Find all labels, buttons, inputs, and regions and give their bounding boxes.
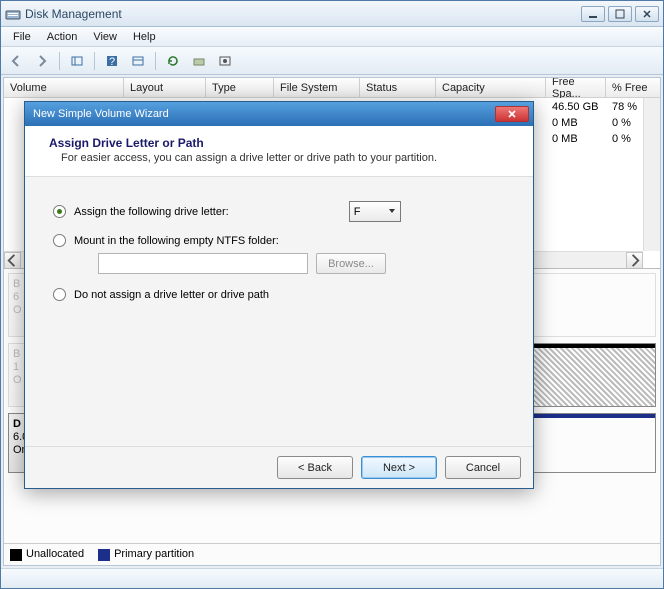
cell-pct: 0 % — [606, 132, 637, 146]
col-capacity[interactable]: Capacity — [436, 78, 546, 97]
cell-pct: 78 % — [606, 100, 643, 114]
menu-bar: File Action View Help — [1, 27, 663, 47]
vertical-scrollbar[interactable] — [643, 98, 660, 251]
minimize-button[interactable] — [581, 6, 605, 22]
option-no-letter-label: Do not assign a drive letter or drive pa… — [74, 289, 269, 301]
col-type[interactable]: Type — [206, 78, 274, 97]
app-icon — [5, 6, 21, 22]
menu-action[interactable]: Action — [39, 29, 86, 45]
scroll-right-button[interactable] — [626, 252, 643, 268]
legend: Unallocated Primary partition — [4, 543, 660, 565]
col-layout[interactable]: Layout — [124, 78, 206, 97]
rescan-button[interactable] — [188, 50, 210, 72]
option-assign-letter-label: Assign the following drive letter: — [74, 206, 229, 218]
svg-text:?: ? — [109, 56, 115, 68]
mount-folder-input-row: Browse... — [53, 253, 505, 274]
forward-button[interactable] — [31, 50, 53, 72]
toolbar-separator — [59, 52, 60, 70]
cell-free: 0 MB — [546, 132, 606, 146]
dialog-titlebar: New Simple Volume Wizard — [25, 102, 533, 126]
radio-assign-letter[interactable] — [53, 205, 66, 218]
col-freespace[interactable]: Free Spa... — [546, 78, 606, 97]
menu-help[interactable]: Help — [125, 29, 164, 45]
legend-unallocated-label: Unallocated — [26, 548, 84, 560]
chevron-down-icon — [388, 206, 396, 218]
dialog-header: Assign Drive Letter or Path For easier a… — [25, 126, 533, 177]
dialog-close-button[interactable] — [495, 106, 529, 122]
titlebar: Disk Management — [1, 1, 663, 27]
next-button[interactable]: Next > — [361, 456, 437, 479]
col-volume[interactable]: Volume — [4, 78, 124, 97]
radio-mount-folder[interactable] — [53, 234, 66, 247]
cell-free: 0 MB — [546, 116, 606, 130]
maximize-button[interactable] — [608, 6, 632, 22]
refresh-button[interactable] — [162, 50, 184, 72]
scroll-left-button[interactable] — [4, 252, 21, 268]
legend-primary-label: Primary partition — [114, 548, 194, 560]
window-title: Disk Management — [25, 7, 581, 21]
col-pctfree[interactable]: % Free — [606, 78, 660, 97]
browse-button[interactable]: Browse... — [316, 253, 386, 274]
radio-no-letter[interactable] — [53, 288, 66, 301]
toolbar: ? — [1, 47, 663, 75]
toolbar-separator — [155, 52, 156, 70]
close-button[interactable] — [635, 6, 659, 22]
status-bar — [1, 568, 663, 588]
dialog-buttons: < Back Next > Cancel — [25, 446, 533, 488]
col-filesystem[interactable]: File System — [274, 78, 360, 97]
settings-button[interactable] — [214, 50, 236, 72]
legend-unallocated: Unallocated — [10, 548, 84, 560]
cancel-button[interactable]: Cancel — [445, 456, 521, 479]
new-simple-volume-wizard-dialog: New Simple Volume Wizard Assign Drive Le… — [24, 101, 534, 489]
volume-list-header: Volume Layout Type File System Status Ca… — [4, 78, 660, 98]
swatch-unallocated — [10, 549, 22, 561]
dialog-body: Assign the following drive letter: F Mou… — [25, 177, 533, 446]
legend-primary: Primary partition — [98, 548, 194, 560]
option-mount-folder-label: Mount in the following empty NTFS folder… — [74, 235, 279, 247]
dialog-title: New Simple Volume Wizard — [29, 108, 495, 120]
back-button[interactable]: < Back — [277, 456, 353, 479]
option-mount-folder-row: Mount in the following empty NTFS folder… — [53, 234, 505, 247]
dialog-subheading: For easier access, you can assign a driv… — [49, 152, 509, 164]
menu-file[interactable]: File — [5, 29, 39, 45]
option-assign-letter-row: Assign the following drive letter: F — [53, 201, 505, 222]
menu-view[interactable]: View — [85, 29, 125, 45]
mount-folder-input[interactable] — [98, 253, 308, 274]
drive-letter-value: F — [354, 206, 361, 218]
option-no-letter-row: Do not assign a drive letter or drive pa… — [53, 288, 505, 301]
help-button[interactable]: ? — [101, 50, 123, 72]
radio-dot-icon — [57, 209, 62, 214]
cell-free: 46.50 GB — [546, 100, 606, 114]
window-buttons — [581, 6, 659, 22]
swatch-primary — [98, 549, 110, 561]
toolbar-separator — [94, 52, 95, 70]
back-button[interactable] — [5, 50, 27, 72]
show-hide-tree-button[interactable] — [66, 50, 88, 72]
dialog-heading: Assign Drive Letter or Path — [49, 136, 509, 150]
col-status[interactable]: Status — [360, 78, 436, 97]
cell-pct: 0 % — [606, 116, 637, 130]
toolbar-btn-a[interactable] — [127, 50, 149, 72]
drive-letter-dropdown[interactable]: F — [349, 201, 401, 222]
